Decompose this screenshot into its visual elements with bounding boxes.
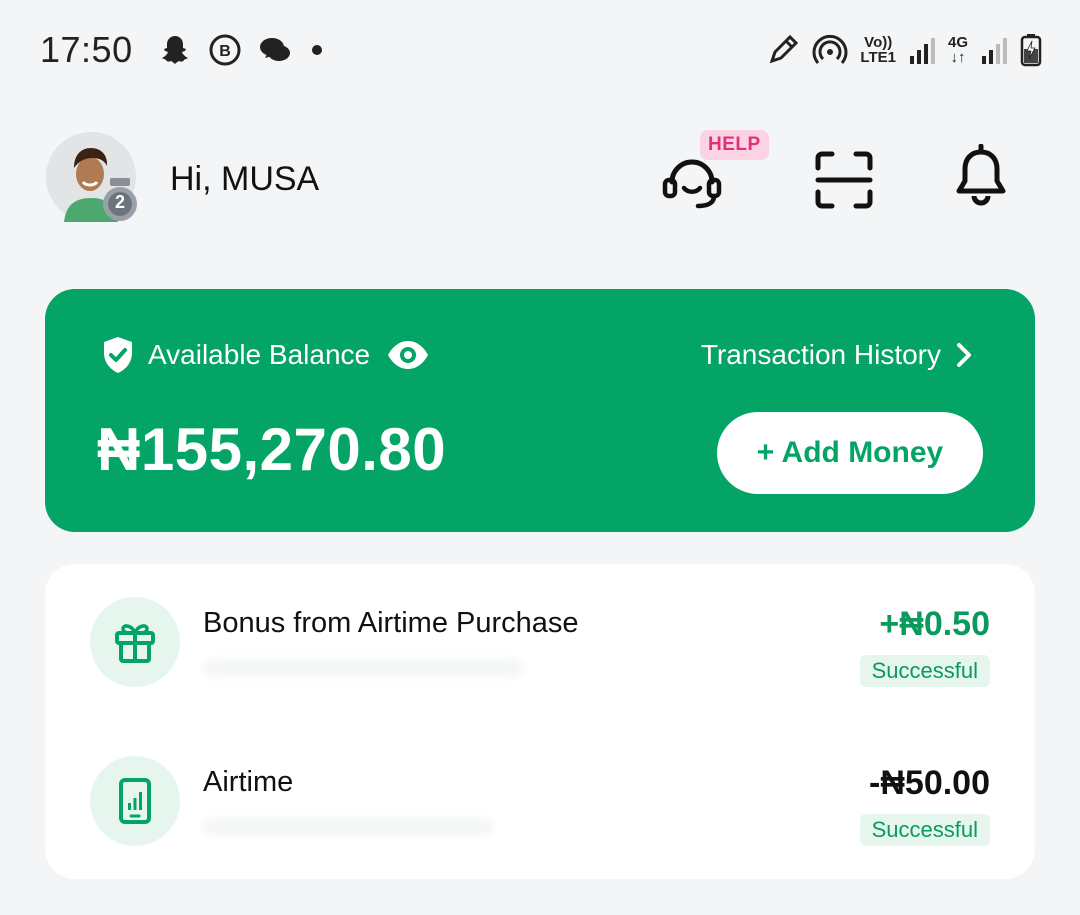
eye-icon: [388, 341, 429, 369]
gift-icon: [115, 624, 155, 663]
help-support-button[interactable]: HELP: [660, 130, 770, 220]
app-header: 2 Hi, MUSA HELP: [0, 130, 1080, 230]
help-badge: HELP: [700, 130, 769, 160]
balance-label: Available Balance: [148, 339, 371, 370]
phone-signal-icon: [119, 778, 151, 824]
signal-strength-icon-sim1: [908, 34, 936, 66]
recent-transactions-list: Bonus from Airtime Purchase +₦0.50 Succe…: [45, 564, 1035, 879]
battery-charging-icon: [1020, 33, 1042, 67]
transaction-icon-wrap: [90, 756, 180, 846]
transaction-history-label: Transaction History: [700, 339, 941, 370]
volte-indicator: Vo)) LTE1: [860, 35, 896, 65]
transaction-icon-wrap: [90, 597, 180, 687]
scan-icon: [815, 151, 873, 209]
lte-label: LTE1: [860, 49, 896, 66]
transaction-title: Airtime: [203, 766, 294, 798]
redacted-detail: [203, 818, 493, 836]
business-b-icon: B: [207, 32, 243, 68]
transaction-row[interactable]: Bonus from Airtime Purchase +₦0.50 Succe…: [45, 597, 1035, 727]
add-money-button[interactable]: + Add Money: [717, 412, 983, 494]
4g-label: 4G: [947, 34, 968, 51]
network-4g-indicator: 4G ↓↑: [948, 35, 968, 65]
scan-button[interactable]: [812, 148, 876, 212]
notifications-button[interactable]: [952, 143, 1010, 210]
transaction-amount: +₦0.50: [879, 605, 990, 643]
transaction-status-badge: Successful: [859, 655, 990, 687]
balance-amount: ₦155,270.80: [97, 416, 447, 483]
transaction-status-badge: Successful: [859, 814, 990, 846]
headset-icon: [662, 159, 722, 209]
balance-card: Available Balance Transaction History ₦1…: [45, 289, 1035, 532]
transaction-history-link[interactable]: Transaction History: [701, 339, 973, 371]
snapchat-icon: [157, 32, 193, 68]
data-arrows-label: ↓↑: [950, 49, 966, 66]
status-bar: 17:50 B Vo)) LTE1 4G ↓↑: [0, 0, 1080, 100]
transaction-amount: -₦50.00: [869, 764, 990, 802]
transaction-title: Bonus from Airtime Purchase: [203, 607, 579, 639]
status-time: 17:50: [40, 29, 133, 70]
greeting-text: Hi, MUSA: [170, 160, 320, 198]
transaction-row[interactable]: Airtime -₦50.00 Successful: [45, 756, 1035, 886]
notification-dot-icon: [307, 40, 327, 60]
pen-icon: [766, 33, 800, 67]
hotspot-icon: [812, 32, 848, 68]
avatar[interactable]: 2: [46, 132, 137, 222]
level-badge: 2: [98, 178, 142, 222]
bell-icon: [956, 143, 1006, 206]
chat-bubbles-icon: [257, 32, 293, 68]
toggle-visibility-button[interactable]: [386, 339, 430, 371]
balance-label-row: Available Balance: [100, 335, 430, 375]
shield-check-icon: [104, 337, 132, 373]
level-number: 2: [114, 192, 125, 212]
chevron-right-icon: [957, 343, 971, 367]
svg-text:B: B: [219, 43, 231, 60]
redacted-detail: [203, 659, 523, 677]
signal-strength-icon-sim2: [980, 34, 1008, 66]
volte-label: Vo)): [864, 34, 893, 51]
